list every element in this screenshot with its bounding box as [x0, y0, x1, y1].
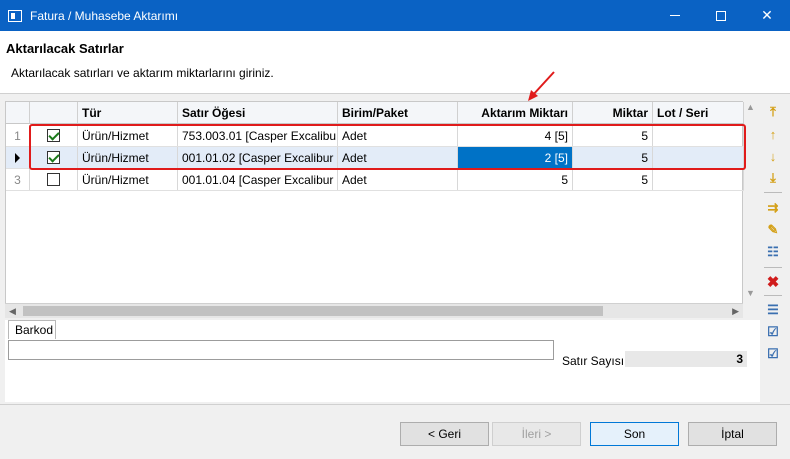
- cell-aktarim-selected[interactable]: 2 [5]: [458, 147, 573, 168]
- footer-divider: [0, 404, 790, 405]
- scroll-down-icon[interactable]: ▼: [746, 288, 755, 298]
- minimize-icon: [670, 15, 680, 16]
- minimize-button[interactable]: [652, 0, 698, 31]
- cell-satir[interactable]: 001.01.02 [Casper Excalibur ...: [178, 147, 338, 168]
- barkod-panel: Barkod Satır Sayısı 3: [5, 320, 760, 402]
- move-down-icon[interactable]: ↓: [764, 147, 782, 165]
- move-top-icon[interactable]: ⤒: [764, 103, 782, 121]
- close-button[interactable]: ✕: [744, 0, 790, 31]
- cell-lot[interactable]: [653, 147, 744, 168]
- row-pointer-cell: [6, 147, 30, 168]
- cell-lot[interactable]: [653, 125, 744, 146]
- maximize-button[interactable]: [698, 0, 744, 31]
- move-up-icon[interactable]: ↑: [764, 125, 782, 143]
- toolbar-divider: [764, 295, 782, 296]
- cell-miktar[interactable]: 5: [573, 125, 653, 146]
- scroll-up-icon[interactable]: ▲: [746, 102, 755, 112]
- header-birim[interactable]: Birim/Paket: [338, 102, 458, 123]
- row-pointer-icon: [15, 152, 20, 163]
- page-description: Aktarılacak satırları ve aktarım miktarl…: [11, 66, 274, 80]
- row-count-value: 3: [625, 351, 747, 367]
- cell-aktarim[interactable]: 4 [5]: [458, 125, 573, 146]
- back-button[interactable]: < Geri: [400, 422, 489, 446]
- scrollbar-thumb[interactable]: [23, 306, 603, 316]
- table-row[interactable]: 1 Ürün/Hizmet 753.003.01 [Casper Excalib…: [6, 125, 744, 147]
- cell-miktar[interactable]: 5: [573, 147, 653, 168]
- cell-satir[interactable]: 001.01.04 [Casper Excalibur ...: [178, 169, 338, 190]
- row-checkbox[interactable]: [47, 129, 60, 142]
- app-icon: [8, 9, 22, 22]
- row-checkbox-cell[interactable]: [30, 125, 78, 146]
- page-title: Aktarılacak Satırlar: [6, 41, 124, 56]
- cell-tur[interactable]: Ürün/Hizmet: [78, 147, 178, 168]
- toolbar-divider: [764, 192, 782, 193]
- cell-lot[interactable]: [653, 169, 744, 190]
- row-index: 3: [6, 169, 30, 190]
- finish-button[interactable]: Son: [590, 422, 679, 446]
- list-icon[interactable]: ☰: [764, 301, 782, 319]
- cell-birim[interactable]: Adet: [338, 147, 458, 168]
- header-aktarim[interactable]: Aktarım Miktarı: [458, 102, 573, 123]
- lines-grid[interactable]: Tür Satır Öğesi Birim/Paket Aktarım Mikt…: [5, 101, 744, 318]
- cell-birim[interactable]: Adet: [338, 125, 458, 146]
- cell-tur[interactable]: Ürün/Hizmet: [78, 125, 178, 146]
- maximize-icon: [716, 10, 726, 21]
- header-check[interactable]: [30, 102, 78, 123]
- cell-miktar[interactable]: 5: [573, 169, 653, 190]
- wizard-header: Aktarılacak Satırlar Aktarılacak satırla…: [0, 31, 790, 93]
- checklist-icon[interactable]: ☑: [764, 323, 782, 341]
- header-divider: [0, 93, 790, 94]
- close-icon: ✕: [761, 7, 773, 23]
- header-satir[interactable]: Satır Öğesi: [178, 102, 338, 123]
- cell-satir[interactable]: 753.003.01 [Casper Excalibu...: [178, 125, 338, 146]
- scroll-left-icon[interactable]: ◀: [9, 306, 16, 317]
- table-row[interactable]: 3 Ürün/Hizmet 001.01.04 [Casper Excalibu…: [6, 169, 744, 191]
- row-checkbox[interactable]: [47, 173, 60, 186]
- row-index: 1: [6, 125, 30, 146]
- tab-barkod[interactable]: Barkod: [8, 320, 56, 339]
- properties-icon[interactable]: ☷: [764, 243, 782, 261]
- row-count-label: Satır Sayısı: [562, 354, 625, 368]
- row-checkbox-cell[interactable]: [30, 147, 78, 168]
- horizontal-scrollbar[interactable]: ◀ ▶: [5, 303, 743, 318]
- barkod-input[interactable]: [8, 340, 554, 360]
- next-button[interactable]: İleri >: [492, 422, 581, 446]
- checklist-alt-icon[interactable]: ☑: [764, 345, 782, 363]
- edit-row-icon[interactable]: ✎: [764, 221, 782, 239]
- row-checkbox-cell[interactable]: [30, 169, 78, 190]
- cell-aktarim[interactable]: 5: [458, 169, 573, 190]
- header-index: [6, 102, 30, 123]
- toolbar-divider: [764, 267, 782, 268]
- move-bottom-icon[interactable]: ⤓: [764, 169, 782, 187]
- window-title: Fatura / Muhasebe Aktarımı: [30, 8, 179, 23]
- scroll-right-icon[interactable]: ▶: [732, 306, 739, 317]
- insert-row-icon[interactable]: ⇉: [764, 199, 782, 217]
- header-miktar[interactable]: Miktar: [573, 102, 653, 123]
- header-tur[interactable]: Tür: [78, 102, 178, 123]
- row-checkbox[interactable]: [47, 151, 60, 164]
- header-lot[interactable]: Lot / Seri: [653, 102, 744, 123]
- delete-icon[interactable]: ✖: [764, 273, 782, 291]
- cancel-button[interactable]: İptal: [688, 422, 777, 446]
- cell-birim[interactable]: Adet: [338, 169, 458, 190]
- grid-header: Tür Satır Öğesi Birim/Paket Aktarım Mikt…: [6, 102, 744, 124]
- window-titlebar: Fatura / Muhasebe Aktarımı ✕: [0, 0, 790, 31]
- table-row[interactable]: Ürün/Hizmet 001.01.02 [Casper Excalibur …: [6, 147, 744, 169]
- cell-tur[interactable]: Ürün/Hizmet: [78, 169, 178, 190]
